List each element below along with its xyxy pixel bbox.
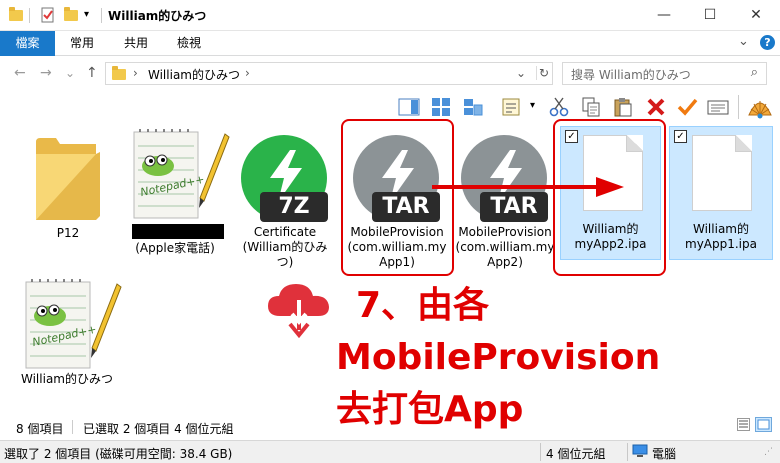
properties-icon[interactable] [40,7,56,23]
selection-info: 已選取 2 個項目 4 個位元組 [83,422,234,436]
file-item-p12[interactable]: P12 [20,126,116,246]
ribbon-expand-icon[interactable]: ⌄ [738,34,749,49]
resize-grip-icon[interactable]: ⋰ [764,447,773,457]
file-item-myapp1-ipa[interactable]: ✓ William的 myApp1.ipa [669,126,773,260]
large-icons-view-icon[interactable] [430,97,452,117]
properties-icon[interactable] [707,97,729,117]
toolbar: ▾ [0,92,780,122]
tab-home[interactable]: 常用 [62,31,102,56]
annotation-line: MobileProvision [336,337,661,378]
window-title: William的ひみつ [108,9,207,23]
folder-icon [8,7,24,23]
selection-checkbox[interactable]: ✓ [674,130,687,143]
file-item-certificate[interactable]: 7Z Certificate (William的ひみ つ) [232,126,338,276]
separator [627,443,628,461]
details-pane-icon[interactable] [398,97,420,117]
tiles-view-icon[interactable] [462,97,484,117]
close-button[interactable]: ✕ [733,0,779,31]
breadcrumb[interactable]: William的ひみつ [148,66,240,83]
cloud-download-icon [268,284,329,338]
delete-icon[interactable] [645,97,667,117]
rename-checkmark-icon[interactable] [676,97,698,117]
file-label: (Apple家電話) [135,241,215,255]
address-row: ← → ⌄ ↑ › William的ひみつ › ⌄ ↻ 搜尋 William的ひ… [0,56,780,92]
breadcrumb-chevron-icon[interactable]: › [245,66,250,80]
search-icon[interactable]: ⌕ [751,65,758,80]
annotation-arrow [432,177,624,197]
up-button[interactable]: ↑ [86,65,98,81]
status-line: 8 個項目 已選取 2 個項目 4 個位元組 [0,416,780,438]
recent-locations-button[interactable]: ⌄ [65,66,75,80]
search-input[interactable]: 搜尋 William的ひみつ [571,66,691,83]
search-box[interactable]: 搜尋 William的ひみつ ⌕ [562,62,767,85]
file-label: MobileProvision (com.william.my App1) [347,225,447,269]
annotation-line: 7、由各 [356,285,490,326]
refresh-icon[interactable]: ↻ [536,66,549,80]
shell-icon[interactable] [747,95,773,119]
select-icon[interactable] [500,97,522,117]
details-view-icon[interactable] [737,418,750,431]
breadcrumb-chevron-icon[interactable]: › [133,66,138,80]
tab-share[interactable]: 共用 [116,31,156,56]
file-label: Certificate (William的ひみ つ) [242,225,328,269]
status-bar: 選取了 2 個項目 (磁碟可用空間: 38.4 GB) 4 個位元組 電腦 ⋰ [0,440,780,463]
back-button[interactable]: ← [14,65,26,81]
separator [540,443,541,461]
computer-icon [632,444,648,458]
title-bar: ▾ William的ひみつ — ☐ ✕ [0,0,780,31]
quick-access-dropdown-icon[interactable]: ▾ [84,9,100,25]
cut-icon[interactable] [548,97,570,117]
tab-file[interactable]: 檔案 [0,31,55,56]
folder-icon [111,66,127,80]
document-icon [692,135,752,211]
notepad-plus-plus-icon: Notepad++ [133,129,230,219]
ribbon-tabs: 檔案 常用 共用 檢視 ⌄ ? [0,31,780,56]
file-label: William的 myApp1.ipa [685,222,757,251]
address-bar[interactable]: › William的ひみつ › ⌄ ↻ [105,62,553,85]
location-status: 電腦 [652,447,677,461]
separator [29,8,30,23]
separator [101,8,102,23]
item-count: 8 個項目 [16,422,64,436]
address-dropdown-icon[interactable]: ⌄ [516,66,526,80]
file-item-william-secret[interactable]: Notepad++ William的ひみつ [14,276,122,391]
large-icons-view-icon[interactable] [755,417,772,432]
notepad-plus-plus-icon: Notepad++ [25,279,122,369]
file-item-apple-phone[interactable]: Notepad++ (Apple家電話) [122,126,230,266]
tab-view[interactable]: 檢視 [169,31,209,56]
help-icon[interactable]: ? [760,35,775,50]
disk-space-status: 選取了 2 個項目 (磁碟可用空間: 38.4 GB) [4,447,233,461]
folder-icon [36,138,100,220]
explorer-window: ▾ William的ひみつ — ☐ ✕ 檔案 常用 共用 檢視 ⌄ ? ← → … [0,0,780,463]
file-label: P12 [56,226,80,240]
archive-badge: 7Z [260,192,328,222]
copy-icon[interactable] [580,97,602,117]
paste-icon[interactable] [612,97,634,117]
size-status: 4 個位元組 [546,447,606,461]
separator [72,420,73,434]
separator [738,95,739,119]
file-label: MobileProvision (com.william.my App2) [455,225,555,269]
file-label: William的ひみつ [21,372,113,386]
maximize-button[interactable]: ☐ [687,0,733,31]
minimize-button[interactable]: — [641,0,687,31]
redaction-bar [132,224,224,239]
new-folder-icon[interactable] [63,7,79,23]
forward-button[interactable]: → [40,65,52,81]
